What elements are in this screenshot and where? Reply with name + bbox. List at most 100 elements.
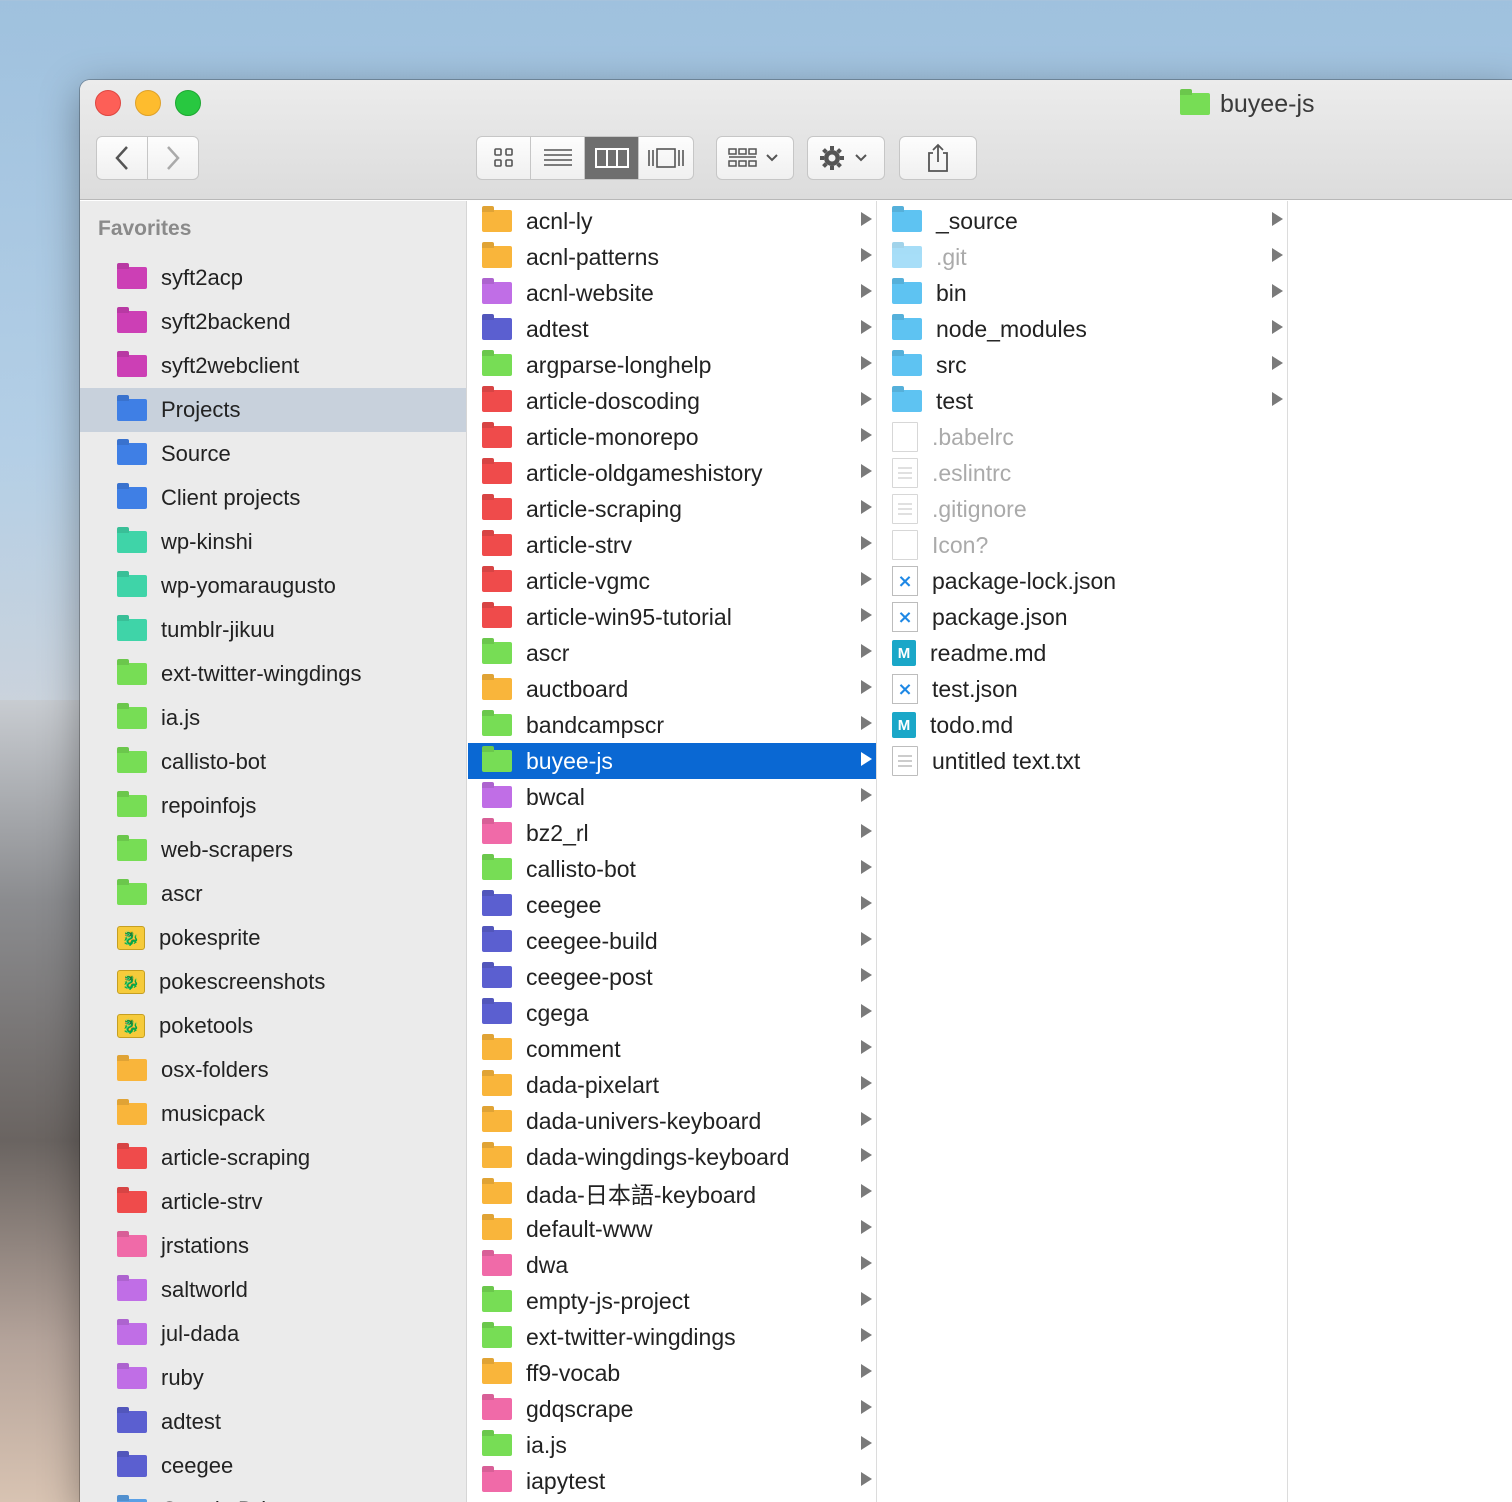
share-button[interactable] — [899, 136, 977, 180]
column-view-button[interactable] — [585, 137, 639, 179]
list-item[interactable]: buyee-js — [468, 743, 876, 779]
list-item[interactable]: dada-pixelart — [468, 1067, 876, 1103]
action-button[interactable] — [807, 136, 885, 180]
sidebar-item-callisto-bot[interactable]: callisto-bot — [80, 740, 466, 784]
sidebar-item-osx-folders[interactable]: osx-folders — [80, 1048, 466, 1092]
list-item[interactable]: article-doscoding — [468, 383, 876, 419]
list-item[interactable]: .eslintrc — [878, 455, 1287, 491]
zoom-button[interactable] — [175, 90, 201, 116]
list-item[interactable]: test — [878, 383, 1287, 419]
list-item[interactable]: bin — [878, 275, 1287, 311]
sidebar-item-ia-js[interactable]: ia.js — [80, 696, 466, 740]
list-item[interactable]: Mtodo.md — [878, 707, 1287, 743]
list-item[interactable]: iapytest — [468, 1463, 876, 1499]
forward-button[interactable] — [147, 136, 199, 180]
sidebar-item-google-drive[interactable]: Google Drive — [80, 1488, 466, 1502]
sidebar-item-adtest[interactable]: adtest — [80, 1400, 466, 1444]
list-item[interactable]: acnl-patterns — [468, 239, 876, 275]
item-label: readme.md — [930, 639, 1047, 666]
sidebar-item-ascr[interactable]: ascr — [80, 872, 466, 916]
list-item[interactable]: gdqscrape — [468, 1391, 876, 1427]
list-item[interactable]: acnl-ly — [468, 203, 876, 239]
list-item[interactable]: empty-js-project — [468, 1283, 876, 1319]
sidebar-item-ruby[interactable]: ruby — [80, 1356, 466, 1400]
list-item[interactable]: acnl-website — [468, 275, 876, 311]
sidebar-item-jrstations[interactable]: jrstations — [80, 1224, 466, 1268]
list-item[interactable]: bz2_rl — [468, 815, 876, 851]
list-item[interactable]: article-strv — [468, 527, 876, 563]
item-label: package-lock.json — [932, 567, 1117, 594]
item-label: bin — [936, 279, 967, 306]
sidebar-item-syft2webclient[interactable]: syft2webclient — [80, 344, 466, 388]
list-item[interactable]: dwa — [468, 1247, 876, 1283]
sidebar-item-repoinfojs[interactable]: repoinfojs — [80, 784, 466, 828]
list-item[interactable]: node_modules — [878, 311, 1287, 347]
list-item[interactable]: article-win95-tutorial — [468, 599, 876, 635]
close-button[interactable] — [95, 90, 121, 116]
list-item[interactable]: .git — [878, 239, 1287, 275]
sidebar-item-saltworld[interactable]: saltworld — [80, 1268, 466, 1312]
list-item[interactable]: adtest — [468, 311, 876, 347]
list-item[interactable]: untitled text.txt — [878, 743, 1287, 779]
list-item[interactable]: article-oldgameshistory — [468, 455, 876, 491]
sidebar-item-syft2backend[interactable]: syft2backend — [80, 300, 466, 344]
list-item[interactable]: ceegee-post — [468, 959, 876, 995]
folder-icon — [482, 1182, 512, 1204]
item-label: article-oldgameshistory — [526, 459, 763, 486]
folder-icon — [482, 390, 512, 412]
sidebar-item-tumblr-jikuu[interactable]: tumblr-jikuu — [80, 608, 466, 652]
list-item[interactable]: cgega — [468, 995, 876, 1031]
list-item[interactable]: .gitignore — [878, 491, 1287, 527]
icon-view-button[interactable] — [477, 137, 531, 179]
sidebar-item-poketools[interactable]: 🐉 poketools — [80, 1004, 466, 1048]
list-item[interactable]: ia.js — [468, 1427, 876, 1463]
gallery-view-button[interactable] — [639, 137, 693, 179]
list-item[interactable]: ⨯ package.json — [878, 599, 1287, 635]
sidebar-item-musicpack[interactable]: musicpack — [80, 1092, 466, 1136]
sidebar-item-jul-dada[interactable]: jul-dada — [80, 1312, 466, 1356]
list-item[interactable]: _source — [878, 203, 1287, 239]
list-item[interactable]: Icon? — [878, 527, 1287, 563]
sidebar-item-source[interactable]: Source — [80, 432, 466, 476]
list-item[interactable]: callisto-bot — [468, 851, 876, 887]
back-button[interactable] — [96, 136, 148, 180]
list-item[interactable]: dada-wingdings-keyboard — [468, 1139, 876, 1175]
sidebar-item-pokesprite[interactable]: 🐉 pokesprite — [80, 916, 466, 960]
list-item[interactable]: dada-univers-keyboard — [468, 1103, 876, 1139]
list-item[interactable]: ceegee — [468, 887, 876, 923]
sidebar-item-wp-yomaraugusto[interactable]: wp-yomaraugusto — [80, 564, 466, 608]
group-by-button[interactable] — [716, 136, 794, 180]
sidebar-item-web-scrapers[interactable]: web-scrapers — [80, 828, 466, 872]
list-item[interactable]: article-vgmc — [468, 563, 876, 599]
list-item[interactable]: article-monorepo — [468, 419, 876, 455]
list-item[interactable]: dada-日本語-keyboard — [468, 1175, 876, 1211]
list-item[interactable]: default-www — [468, 1211, 876, 1247]
sidebar-item-syft2acp[interactable]: syft2acp — [80, 256, 466, 300]
list-item[interactable]: argparse-longhelp — [468, 347, 876, 383]
list-item[interactable]: Mreadme.md — [878, 635, 1287, 671]
list-item[interactable]: ⨯ test.json — [878, 671, 1287, 707]
sidebar-item-pokescreenshots[interactable]: 🐉 pokescreenshots — [80, 960, 466, 1004]
sidebar-item-projects[interactable]: Projects — [80, 388, 466, 432]
list-view-button[interactable] — [531, 137, 585, 179]
list-item[interactable]: ceegee-build — [468, 923, 876, 959]
list-item[interactable]: article-scraping — [468, 491, 876, 527]
sidebar-item-wp-kinshi[interactable]: wp-kinshi — [80, 520, 466, 564]
sidebar-item-client-projects[interactable]: Client projects — [80, 476, 466, 520]
list-item[interactable]: src — [878, 347, 1287, 383]
sidebar-item-article-scraping[interactable]: article-scraping — [80, 1136, 466, 1180]
list-item[interactable]: bandcampscr — [468, 707, 876, 743]
list-item[interactable]: ⨯ package-lock.json — [878, 563, 1287, 599]
list-item[interactable]: .babelrc — [878, 419, 1287, 455]
item-label: adtest — [161, 1409, 221, 1434]
list-item[interactable]: bwcal — [468, 779, 876, 815]
minimize-button[interactable] — [135, 90, 161, 116]
list-item[interactable]: comment — [468, 1031, 876, 1067]
sidebar-item-ceegee[interactable]: ceegee — [80, 1444, 466, 1488]
list-item[interactable]: auctboard — [468, 671, 876, 707]
sidebar-item-article-strv[interactable]: article-strv — [80, 1180, 466, 1224]
sidebar-item-ext-twitter-wingdings[interactable]: ext-twitter-wingdings — [80, 652, 466, 696]
list-item[interactable]: ff9-vocab — [468, 1355, 876, 1391]
list-item[interactable]: ascr — [468, 635, 876, 671]
list-item[interactable]: ext-twitter-wingdings — [468, 1319, 876, 1355]
